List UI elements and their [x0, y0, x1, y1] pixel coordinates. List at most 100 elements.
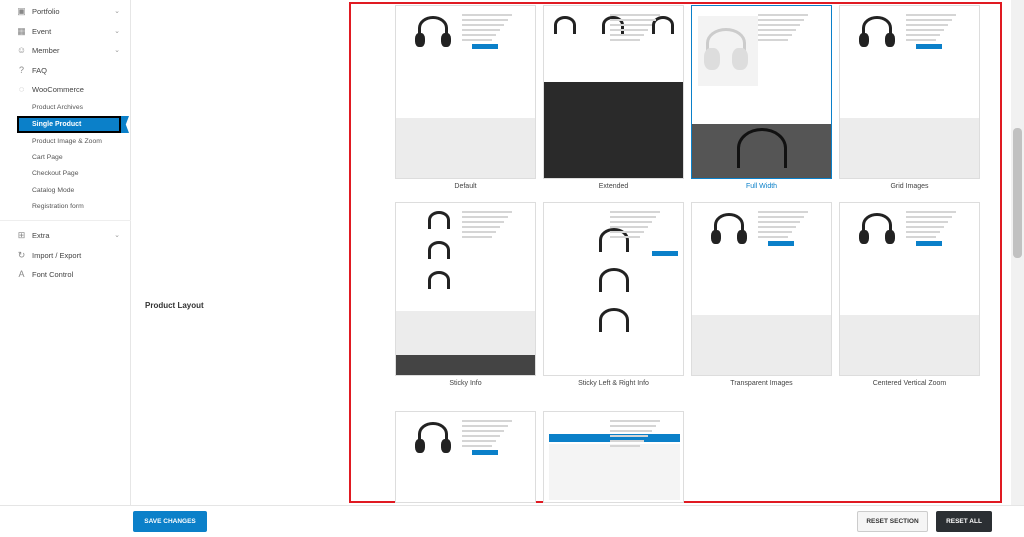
preview-graphic [840, 118, 979, 178]
layout-option-tile[interactable] [839, 202, 980, 376]
preview-graphic [441, 439, 451, 453]
sidebar-item-portfolio[interactable]: ▣ Portfolio ⌄ [16, 2, 128, 20]
layout-option-caption: Sticky Info [449, 380, 482, 387]
save-changes-button[interactable]: SAVE CHANGES [133, 511, 207, 532]
preview-graphic [610, 19, 656, 21]
users-icon: ☺ [16, 44, 27, 55]
preview-graphic [415, 33, 425, 47]
sidebar-item-member[interactable]: ☺ Member ⌄ [16, 41, 128, 59]
preview-graphic [758, 236, 788, 238]
preview-graphic [758, 24, 800, 26]
layout-option-tile[interactable] [543, 411, 684, 503]
sidebar-subitem-cart-page[interactable]: Cart Page [32, 150, 63, 164]
sidebar-subitem-product-archives[interactable]: Product Archives [32, 100, 83, 114]
preview-graphic [462, 216, 508, 218]
sidebar-item-label: Member [32, 45, 60, 55]
chevron-down-icon: ⌄ [114, 232, 120, 239]
preview-graphic [758, 29, 796, 31]
preview-graphic [610, 435, 648, 437]
preview-graphic [758, 14, 808, 16]
reset-section-button[interactable]: RESET SECTION [857, 511, 928, 532]
preview-graphic [610, 24, 652, 26]
sidebar-item-extra[interactable]: ⊞ Extra ⌄ [16, 226, 128, 244]
preview-graphic [885, 230, 895, 244]
layout-option-tile[interactable] [691, 5, 832, 179]
preview-graphic [610, 221, 652, 223]
chevron-down-icon: ⌄ [114, 47, 120, 54]
preview-graphic [758, 216, 804, 218]
preview-graphic [916, 44, 942, 49]
preview-graphic [441, 33, 451, 47]
preview-graphic [885, 33, 895, 47]
refresh-icon: ↻ [17, 249, 26, 260]
preview-graphic [599, 308, 629, 332]
sidebar-item-label: Extra [32, 230, 50, 240]
layout-option-caption: Extended [598, 183, 629, 190]
preview-graphic [428, 271, 450, 289]
preview-graphic [462, 236, 492, 238]
sidebar-item-label: Event [32, 26, 52, 36]
sidebar-item-label: Portfolio [32, 6, 60, 16]
field-label-product-layout: Product Layout [145, 301, 204, 310]
layout-option-tile[interactable] [839, 5, 980, 179]
preview-graphic [472, 450, 498, 455]
preview-graphic [396, 118, 535, 178]
sidebar-subitem-product-image-zoom[interactable]: Product Image & Zoom [32, 134, 102, 148]
sidebar-subitem-registration-form[interactable]: Registration form [32, 199, 84, 213]
preview-graphic [610, 445, 640, 447]
preview-graphic [610, 34, 644, 36]
layout-option-caption: Grid Images [890, 183, 929, 190]
preview-graphic [906, 226, 944, 228]
cart-icon: ◌ [18, 83, 25, 94]
preview-graphic [462, 221, 504, 223]
preview-graphic [549, 444, 680, 500]
layout-option-caption: Centered Vertical Zoom [872, 380, 947, 387]
preview-graphic [462, 39, 492, 41]
preview-graphic [840, 315, 979, 375]
preview-graphic [758, 231, 792, 233]
sidebar-item-event[interactable]: ▦ Event ⌄ [16, 22, 128, 40]
preview-graphic [610, 440, 644, 442]
calendar-icon: ▦ [17, 25, 26, 36]
layout-option-tile[interactable] [543, 202, 684, 376]
preview-graphic [758, 226, 796, 228]
sidebar-item-faq[interactable]: ? FAQ [16, 61, 128, 79]
preview-graphic [462, 425, 508, 427]
preview-graphic [906, 216, 952, 218]
layout-option-tile[interactable] [543, 5, 684, 179]
preview-graphic [758, 221, 800, 223]
layout-option-tile[interactable] [691, 202, 832, 376]
preview-graphic [462, 430, 504, 432]
preview-graphic [737, 230, 747, 244]
sidebar-item-font-control[interactable]: A Font Control [16, 265, 128, 283]
preview-graphic [610, 211, 660, 213]
font-icon: A [18, 268, 25, 279]
sidebar-item-import-export[interactable]: ↻ Import / Export [16, 246, 128, 264]
layout-option-tile[interactable] [395, 202, 536, 376]
sidebar-subitem-checkout-page[interactable]: Checkout Page [32, 166, 78, 180]
preview-graphic [906, 236, 936, 238]
preview-graphic [906, 14, 956, 16]
layout-option-tile[interactable] [395, 5, 536, 179]
reset-all-button[interactable]: RESET ALL [936, 511, 992, 532]
preview-graphic [610, 420, 660, 422]
sidebar-item-woocommerce[interactable]: ◌ WooCommerce [16, 80, 128, 98]
sidebar-subitem-catalog-mode[interactable]: Catalog Mode [32, 183, 74, 197]
scrollbar-thumb[interactable] [1013, 128, 1022, 258]
preview-graphic [610, 39, 640, 41]
preview-graphic [732, 48, 748, 70]
layout-option-tile[interactable] [395, 411, 536, 503]
sidebar-subitem-single-product[interactable]: Single Product [17, 116, 121, 133]
preview-graphic [906, 24, 948, 26]
preview-graphic [396, 355, 535, 375]
preview-graphic [610, 216, 656, 218]
preview-graphic [462, 14, 512, 16]
preview-graphic [396, 311, 535, 355]
image-icon: ▣ [17, 5, 26, 16]
preview-graphic [554, 16, 576, 34]
preview-graphic [711, 230, 721, 244]
preview-graphic [906, 221, 948, 223]
preview-graphic [916, 241, 942, 246]
preview-graphic [610, 14, 660, 16]
chevron-down-icon: ⌄ [114, 28, 120, 35]
